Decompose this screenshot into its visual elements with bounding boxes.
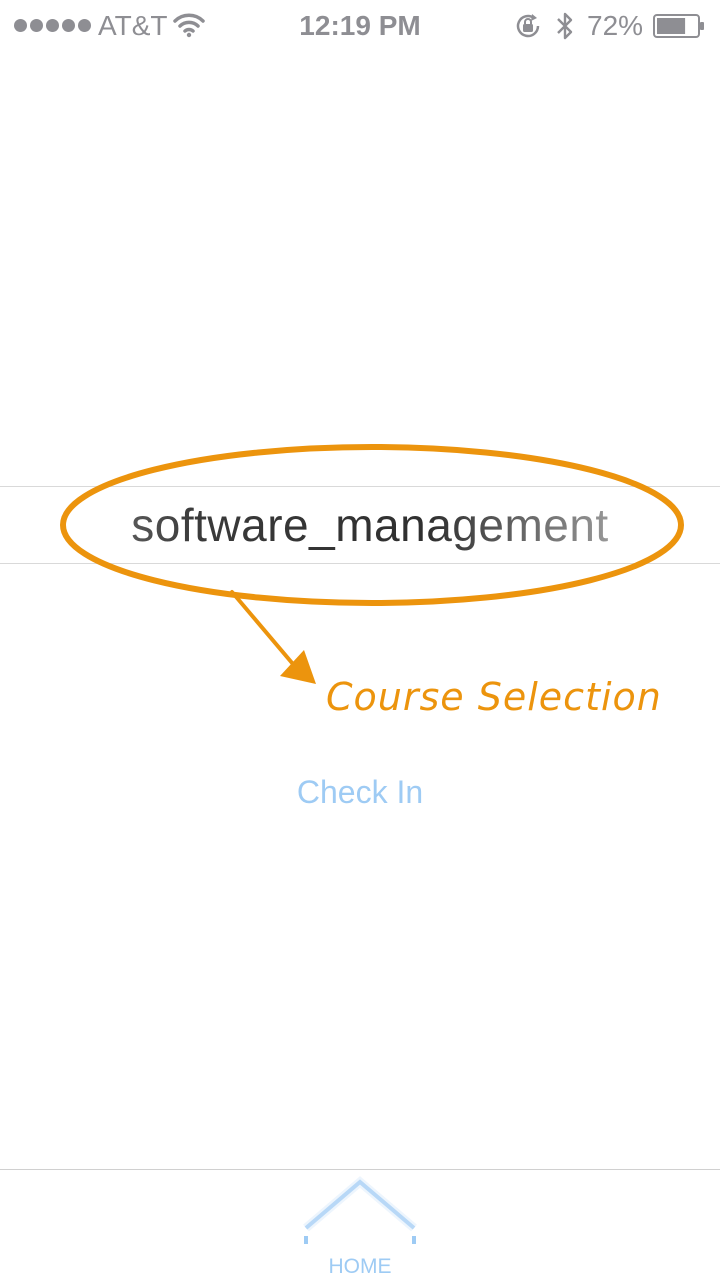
bluetooth-icon <box>557 12 573 40</box>
tab-home[interactable]: HOME <box>300 1174 420 1278</box>
battery-icon <box>653 14 704 38</box>
annotation-arrowhead <box>280 650 316 684</box>
home-icon <box>303 1176 417 1244</box>
annotation-overlay <box>60 444 684 684</box>
status-bar: AT&T 12:19 PM 72% <box>0 0 720 50</box>
tab-bar: HOME <box>0 1169 720 1280</box>
annotation-label: Course Selection <box>326 675 662 719</box>
orientation-lock-icon <box>516 14 540 38</box>
annotation-arrow-line <box>230 590 300 672</box>
battery-percent: 72% <box>587 10 644 41</box>
app-screen: AT&T 12:19 PM 72% software_management Co… <box>0 0 720 1280</box>
course-picker-row: software_management <box>0 486 720 564</box>
course-picker[interactable]: software_management <box>80 487 660 563</box>
check-in-button[interactable]: Check In <box>0 770 720 814</box>
tab-home-label: HOME <box>328 1255 392 1278</box>
